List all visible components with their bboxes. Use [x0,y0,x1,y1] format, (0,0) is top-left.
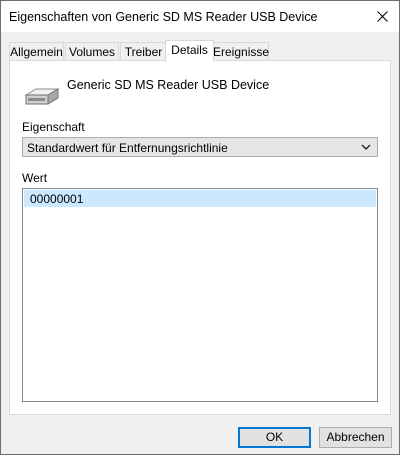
tab-ereignisse[interactable]: Ereignisse [212,42,269,61]
tab-treiber[interactable]: Treiber [120,42,167,61]
tab-details[interactable]: Details [165,40,214,62]
properties-dialog: Eigenschaften von Generic SD MS Reader U… [0,0,400,455]
tab-volumes[interactable]: Volumes [65,42,119,61]
cancel-button[interactable]: Abbrechen [319,427,392,448]
list-item[interactable]: 00000001 [24,190,376,207]
tab-allgemein[interactable]: Allgemein [9,42,64,61]
window-title: Eigenschaften von Generic SD MS Reader U… [9,10,318,24]
drive-icon [24,88,60,105]
value-label: Wert [22,171,48,185]
property-select-value: Standardwert für Entfernungsrichtlinie [27,141,228,155]
list-item-value: 00000001 [30,192,84,206]
close-button[interactable] [365,1,399,32]
details-panel: Generic SD MS Reader USB Device Eigensch… [9,60,391,415]
device-name: Generic SD MS Reader USB Device [67,78,270,92]
property-label: Eigenschaft [22,120,85,134]
chevron-down-icon [361,144,371,150]
title-bar: Eigenschaften von Generic SD MS Reader U… [1,1,399,32]
ok-button[interactable]: OK [238,427,311,448]
value-list[interactable]: 00000001 [22,188,378,402]
property-select[interactable]: Standardwert für Entfernungsrichtlinie [22,137,378,157]
close-icon [376,11,388,22]
